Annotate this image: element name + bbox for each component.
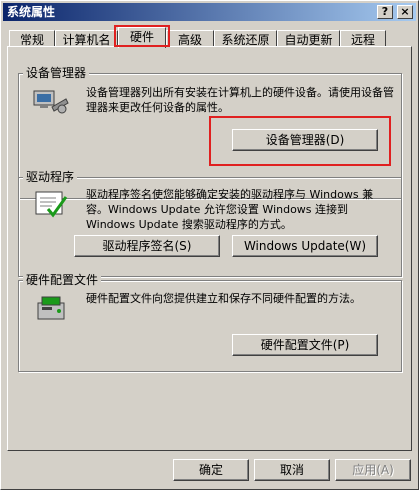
driver-signing-icon bbox=[35, 191, 68, 218]
cancel-button[interactable]: 取消 bbox=[254, 459, 330, 481]
hardware-profiles-description: 硬件配置文件向您提供建立和保存不同硬件配置的方法。 bbox=[86, 292, 361, 305]
device-manager-icon bbox=[33, 90, 69, 114]
hardware-profiles-button[interactable]: 硬件配置文件(P) bbox=[232, 334, 378, 356]
hardware-tab-panel: 设备管理器 设备管理器列出所有安装在计算机上的硬件设备。请使用设备管理器来更改任… bbox=[7, 46, 412, 451]
tab-hardware[interactable]: 硬件 bbox=[118, 27, 166, 48]
apply-button[interactable]: 应用(A) bbox=[335, 459, 411, 481]
hardware-profiles-group-title: 硬件配置文件 bbox=[23, 273, 102, 287]
window-title: 系统属性 bbox=[7, 5, 56, 19]
ok-button[interactable]: 确定 bbox=[173, 459, 249, 481]
windows-update-button[interactable]: Windows Update(W) bbox=[232, 235, 378, 257]
device-manager-button[interactable]: 设备管理器(D) bbox=[232, 129, 378, 151]
driver-signing-button[interactable]: 驱动程序签名(S) bbox=[74, 235, 220, 257]
close-button[interactable]: × bbox=[397, 5, 413, 19]
device-manager-group-title: 设备管理器 bbox=[23, 66, 90, 80]
title-bar[interactable]: 系统属性 bbox=[3, 3, 416, 21]
system-properties-window: 系统属性 ? × 常规 计算机名 硬件 高级 系统还原 自动更新 远程 设备管理… bbox=[0, 0, 419, 490]
hardware-profile-icon bbox=[37, 296, 65, 320]
drivers-group-title: 驱动程序 bbox=[23, 170, 78, 184]
device-manager-description: 设备管理器列出所有安装在计算机上的硬件设备。请使用设备管理器来更改任何设备的属性… bbox=[86, 86, 394, 114]
help-button[interactable]: ? bbox=[377, 5, 393, 19]
drivers-description: 驱动程序签名使您能够确定安装的驱动程序与 Windows 兼容。Windows … bbox=[86, 188, 374, 231]
